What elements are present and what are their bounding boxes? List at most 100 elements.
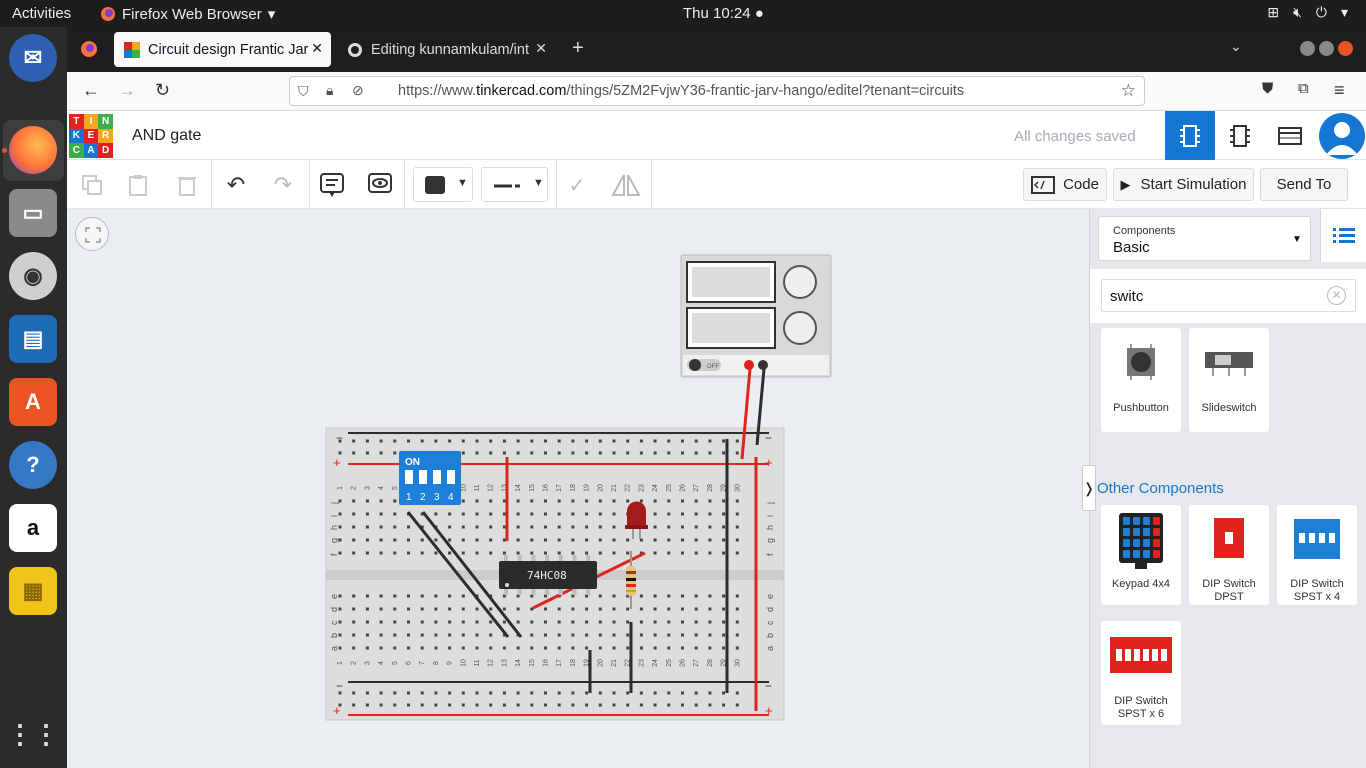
visibility-icon[interactable] (365, 170, 395, 200)
voltage-knob-icon[interactable] (783, 265, 817, 299)
clock[interactable]: Thu 10:24 ● (683, 5, 764, 22)
pocket-icon[interactable]: ⛊ (1262, 80, 1273, 97)
notes-icon[interactable] (317, 170, 347, 200)
wire-style-dropdown[interactable]: ▼ (481, 167, 548, 202)
schematic-view-button[interactable] (1215, 111, 1265, 160)
wire-color-dropdown[interactable]: ▼ (413, 167, 473, 202)
maximize-icon[interactable] (1319, 41, 1334, 56)
collapse-panel-toggle[interactable]: ❭ (1082, 465, 1096, 511)
terminal-hole (585, 538, 589, 542)
search-input[interactable]: switc ✕ (1101, 279, 1356, 312)
tab-circuit-design[interactable]: Circuit design Frantic Jar ✕ (114, 32, 331, 67)
dip-toggle[interactable] (405, 470, 413, 484)
keypad-key (1153, 517, 1160, 525)
close-tab-icon[interactable]: ✕ (535, 40, 547, 57)
minimize-icon[interactable] (1300, 41, 1315, 56)
component-card-pushbutton[interactable]: Pushbutton (1101, 328, 1181, 432)
code-button[interactable]: Code (1023, 168, 1107, 201)
rhythmbox-icon[interactable]: ◉ (9, 252, 57, 300)
ic-74hc08[interactable]: 74HC08 (499, 555, 597, 595)
row-letter: d (329, 607, 339, 612)
terminal-hole (530, 620, 534, 624)
circuit-view-button[interactable] (1165, 111, 1215, 160)
components-dropdown[interactable]: Components Basic ▼ (1098, 216, 1311, 261)
column-number-bottom: 9 (447, 661, 454, 665)
dip-spst-4-icon (1294, 519, 1340, 559)
shield-icon[interactable]: ⛉ (298, 83, 309, 100)
power-supply[interactable]: OFF (680, 254, 832, 378)
terminal-hole (708, 525, 712, 529)
rotate-icon[interactable]: ✓ (562, 170, 592, 200)
current-knob-icon[interactable] (783, 311, 817, 345)
component-card-slideswitch[interactable]: Slideswitch (1189, 328, 1269, 432)
help-icon[interactable]: ? (9, 441, 57, 489)
permissions-icon[interactable]: ⊘ (352, 82, 364, 99)
send-to-button[interactable]: Send To (1260, 168, 1348, 201)
rail-hole (530, 703, 534, 707)
activities-button[interactable]: Activities (12, 5, 71, 22)
thunderbird-icon[interactable]: ✉ (9, 34, 57, 82)
paste-icon[interactable] (123, 170, 153, 200)
terminal-hole (612, 633, 616, 637)
list-view-button[interactable] (1320, 209, 1366, 262)
circuit-canvas[interactable]: OFF − + − + − + − + 11223344556677889910… (67, 209, 1089, 768)
close-tab-icon[interactable]: ✕ (311, 40, 323, 57)
new-tab-icon[interactable]: + (572, 37, 584, 60)
tinkercad-logo[interactable]: TIN KER CAD (69, 114, 113, 158)
component-list-view-button[interactable] (1265, 111, 1315, 160)
dip-toggle[interactable] (419, 470, 427, 484)
amazon-icon[interactable]: a (9, 504, 57, 552)
writer-icon[interactable]: ▤ (9, 315, 57, 363)
tab-github-edit[interactable]: Editing kunnamkulam/int ✕ (337, 32, 555, 67)
dip-toggle[interactable] (433, 470, 441, 484)
clear-search-icon[interactable]: ✕ (1327, 286, 1346, 305)
dip-dpst-icon (1214, 518, 1244, 558)
copy-icon[interactable] (77, 170, 107, 200)
lock-icon[interactable]: 🔒︎ (326, 82, 333, 99)
system-tray[interactable]: ⊞ 🔇︎ ⏻ ▾ (1267, 4, 1348, 21)
component-card-dip-spst-6[interactable]: DIP Switch SPST x 6 (1101, 621, 1181, 725)
component-card-dip-spst-4[interactable]: DIP Switch SPST x 4 (1277, 505, 1357, 605)
close-window-icon[interactable] (1338, 41, 1353, 56)
redo-icon[interactable]: ↷ (268, 170, 298, 200)
delete-icon[interactable] (172, 170, 202, 200)
firefox-view-icon[interactable] (80, 40, 98, 58)
dip-toggle[interactable] (447, 470, 455, 484)
component-card-dip-dpst[interactable]: DIP Switch DPST (1189, 505, 1269, 605)
firefox-icon[interactable] (9, 126, 57, 174)
terminal-hole (475, 620, 479, 624)
user-avatar[interactable] (1319, 113, 1365, 159)
forward-icon[interactable]: → (118, 80, 136, 101)
extensions-icon[interactable]: ⧉ (1298, 80, 1309, 97)
component-card-keypad[interactable]: Keypad 4x4 (1101, 505, 1181, 605)
app-menu[interactable]: Firefox Web Browser ▾ (100, 5, 275, 23)
show-apps-icon[interactable]: ⋮⋮ (7, 710, 59, 758)
bookmark-star-icon[interactable]: ☆ (1121, 81, 1136, 101)
list-tabs-icon[interactable]: ⌄ (1230, 38, 1242, 55)
negative-terminal-icon[interactable] (758, 360, 768, 370)
chevron-down-icon: ▾ (1340, 4, 1348, 20)
terminal-hole (612, 525, 616, 529)
tinkercad-header: TIN KER CAD AND gate All changes saved (67, 111, 1366, 160)
start-simulation-button[interactable]: ▶ Start Simulation (1113, 168, 1254, 201)
url-bar[interactable]: ⛉ 🔒︎ ⊘ https://www.tinkercad.com/things/… (289, 76, 1145, 106)
undo-icon[interactable]: ↶ (221, 170, 251, 200)
positive-terminal-icon[interactable] (744, 360, 754, 370)
app-blocks-icon[interactable]: ▦ (9, 567, 57, 615)
back-icon[interactable]: ← (82, 80, 100, 101)
menu-icon[interactable]: ≡ (1334, 80, 1345, 101)
project-name[interactable]: AND gate (132, 127, 201, 145)
rail-hole (598, 691, 602, 695)
column-number-top: 1 (337, 486, 344, 490)
reload-icon[interactable]: ↻ (155, 80, 170, 101)
rail-hole (544, 451, 547, 455)
dip-switch-component[interactable]: ON 1234 (399, 451, 461, 505)
files-icon[interactable]: ▭ (9, 189, 57, 237)
terminal-hole (516, 512, 520, 516)
flip-icon[interactable] (611, 170, 641, 200)
rail-hole (420, 691, 424, 695)
terminal-hole (681, 512, 684, 516)
terminal-hole (475, 633, 479, 637)
software-center-icon[interactable]: A (9, 378, 57, 426)
terminal-hole (667, 538, 671, 542)
